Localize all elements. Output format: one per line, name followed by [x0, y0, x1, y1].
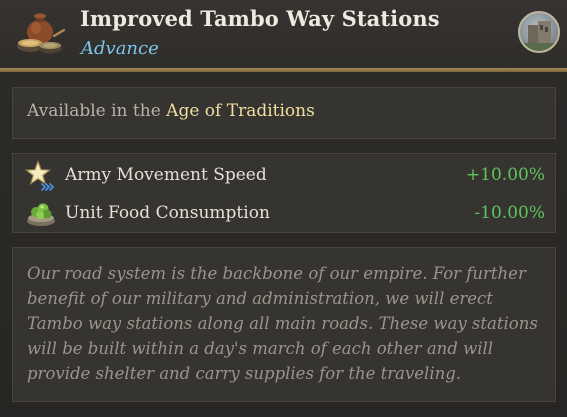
- era-availability-panel: Available in the Age of Traditions: [12, 87, 556, 139]
- effect-row: Unit Food Consumption -10.00%: [13, 195, 555, 231]
- era-availability-text: Available in the Age of Traditions: [27, 101, 315, 121]
- page-title: Improved Tambo Way Stations: [80, 6, 440, 31]
- star-movement-icon: [24, 159, 55, 191]
- tech-type-label: Advance: [81, 38, 159, 59]
- clay-pot-and-bowls-icon: [17, 13, 66, 54]
- effect-label: Army Movement Speed: [65, 165, 267, 185]
- era-prefix: Available in the: [27, 101, 161, 121]
- header-divider: [0, 68, 567, 72]
- flavor-description: Our road system is the backbone of our e…: [27, 264, 538, 383]
- era-name: Age of Traditions: [166, 101, 315, 121]
- tooltip-window: Improved Tambo Way Stations Advance Avai…: [0, 0, 567, 417]
- effect-row: Army Movement Speed +10.00%: [13, 157, 555, 193]
- food-bowl-icon: [27, 203, 55, 226]
- stone-tower-icon: [520, 21, 558, 51]
- era-landscape-badge-icon: [518, 11, 560, 53]
- effect-value: +10.00%: [465, 165, 545, 185]
- effect-value: -10.00%: [474, 203, 545, 223]
- effect-label: Unit Food Consumption: [65, 203, 270, 223]
- effects-panel: Army Movement Speed +10.00% Unit Food Co…: [12, 153, 556, 233]
- description-panel: Our road system is the backbone of our e…: [12, 247, 556, 402]
- tooltip-header: Improved Tambo Way Stations Advance: [0, 0, 567, 70]
